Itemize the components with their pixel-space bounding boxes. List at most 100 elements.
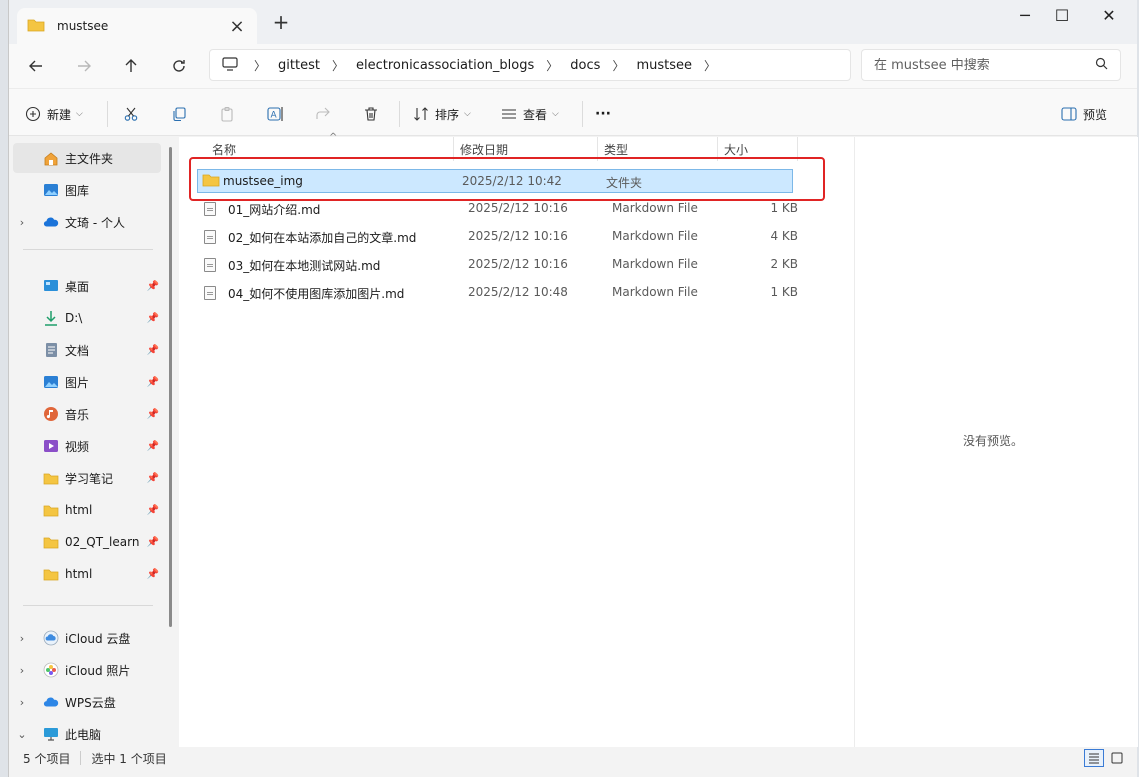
chevron-right-icon[interactable]: › bbox=[13, 216, 31, 229]
file-row-mustsee-img[interactable]: mustsee_img 2025/2/12 10:42 文件夹 bbox=[197, 169, 793, 193]
tab-mustsee[interactable]: mustsee × bbox=[17, 8, 257, 44]
trash-icon bbox=[365, 107, 377, 121]
chevron-right-icon[interactable]: 〉 bbox=[608, 57, 628, 74]
maximize-button[interactable]: ☐ bbox=[1039, 0, 1085, 30]
sidebar-item-onedrive[interactable]: › 文琦 - 个人 bbox=[13, 207, 161, 237]
back-button[interactable] bbox=[19, 50, 53, 82]
file-row-03[interactable]: 03_如何在本地测试网站.md 2025/2/12 10:16 Markdown… bbox=[197, 253, 798, 277]
rename-button[interactable]: A bbox=[267, 101, 285, 127]
pin-icon[interactable]: 📌 bbox=[147, 441, 159, 452]
folder-icon bbox=[43, 470, 59, 486]
search-box[interactable] bbox=[861, 49, 1121, 81]
tiles-view-button[interactable] bbox=[1107, 749, 1127, 767]
sidebar-item-d-drive[interactable]: D:\ 📌 bbox=[13, 303, 161, 333]
breadcrumb-gittest[interactable]: gittest bbox=[270, 58, 328, 73]
pin-icon[interactable]: 📌 bbox=[147, 409, 159, 420]
sidebar-item-documents[interactable]: 文档 📌 bbox=[13, 335, 161, 365]
file-type: Markdown File bbox=[612, 201, 698, 215]
copy-button[interactable] bbox=[171, 101, 187, 127]
new-tab-button[interactable]: + bbox=[269, 10, 293, 34]
sidebar-item-html-2[interactable]: html 📌 bbox=[13, 559, 161, 589]
new-label: 新建 bbox=[47, 107, 72, 122]
chevron-right-icon[interactable]: › bbox=[13, 664, 31, 677]
sidebar-item-wps-cloud[interactable]: › WPS云盘 bbox=[13, 687, 161, 717]
delete-button[interactable] bbox=[363, 101, 379, 127]
sidebar-item-gallery[interactable]: 图库 bbox=[13, 175, 161, 205]
file-row-01[interactable]: 01_网站介绍.md 2025/2/12 10:16 Markdown File… bbox=[197, 197, 798, 221]
breadcrumb-blogs[interactable]: electronicassociation_blogs bbox=[348, 58, 542, 73]
title-bar: mustsee × + ─ ☐ ✕ bbox=[9, 0, 1137, 44]
chevron-right-icon[interactable]: 〉 bbox=[250, 57, 270, 74]
preview-label: 预览 bbox=[1083, 107, 1108, 122]
svg-text:A: A bbox=[271, 111, 278, 121]
up-button[interactable] bbox=[114, 50, 148, 82]
refresh-button[interactable] bbox=[162, 50, 196, 82]
sidebar-item-icloud-drive[interactable]: › iCloud 云盘 bbox=[13, 623, 161, 653]
pin-icon[interactable]: 📌 bbox=[147, 505, 159, 516]
sidebar-item-label: iCloud 云盘 bbox=[65, 631, 131, 646]
preview-pane-button[interactable]: 预览 bbox=[1061, 101, 1107, 127]
status-divider bbox=[80, 751, 82, 765]
column-header-type[interactable]: 类型 bbox=[604, 141, 628, 158]
cut-button[interactable] bbox=[123, 101, 139, 127]
wps-cloud-icon bbox=[43, 694, 59, 710]
chevron-right-icon[interactable]: 〉 bbox=[542, 57, 562, 74]
close-window-button[interactable]: ✕ bbox=[1086, 0, 1132, 30]
sidebar-item-study-notes[interactable]: 学习笔记 📌 bbox=[13, 463, 161, 493]
pin-icon[interactable]: 📌 bbox=[147, 345, 159, 356]
search-icon[interactable] bbox=[1095, 57, 1108, 73]
status-bar: 5 个项目 选中 1 个项目 bbox=[9, 747, 1137, 769]
column-header-date[interactable]: 修改日期 bbox=[460, 141, 508, 158]
chevron-right-icon[interactable]: › bbox=[13, 696, 31, 709]
sidebar-item-home[interactable]: 主文件夹 bbox=[13, 143, 161, 173]
sort-ascending-icon: ^ bbox=[329, 132, 338, 143]
toolbar-divider bbox=[582, 101, 583, 127]
toolbar-divider bbox=[399, 101, 400, 127]
sidebar-item-qt-learn[interactable]: 02_QT_learn 📌 bbox=[13, 527, 161, 557]
sidebar-item-icloud-photos[interactable]: › iCloud 照片 bbox=[13, 655, 161, 685]
details-view-button[interactable] bbox=[1084, 749, 1104, 767]
file-row-02[interactable]: 02_如何在本站添加自己的文章.md 2025/2/12 10:16 Markd… bbox=[197, 225, 798, 249]
column-header-size[interactable]: 大小 bbox=[724, 141, 748, 158]
sidebar-item-music[interactable]: 音乐 📌 bbox=[13, 399, 161, 429]
chevron-right-icon[interactable]: 〉 bbox=[328, 57, 348, 74]
sidebar-item-label: 音乐 bbox=[65, 407, 90, 422]
preview-pane-icon bbox=[1061, 107, 1077, 121]
sidebar-scrollbar[interactable] bbox=[169, 147, 172, 627]
sidebar-item-pictures[interactable]: 图片 📌 bbox=[13, 367, 161, 397]
pin-icon[interactable]: 📌 bbox=[147, 569, 159, 580]
chevron-down-icon[interactable]: ⌄ bbox=[13, 728, 31, 741]
icloud-icon bbox=[43, 630, 59, 646]
pin-icon[interactable]: 📌 bbox=[147, 473, 159, 484]
share-button[interactable] bbox=[315, 101, 331, 127]
paste-button[interactable] bbox=[219, 101, 235, 127]
chevron-right-icon[interactable]: › bbox=[13, 632, 31, 645]
sidebar-item-this-pc[interactable]: ⌄ 此电脑 bbox=[13, 719, 161, 749]
pin-icon[interactable]: 📌 bbox=[147, 537, 159, 548]
music-icon bbox=[43, 406, 59, 422]
more-options-button[interactable]: ··· bbox=[595, 101, 611, 127]
search-input[interactable] bbox=[874, 57, 1095, 73]
address-bar[interactable]: 〉 gittest 〉 electronicassociation_blogs … bbox=[209, 49, 851, 81]
pin-icon[interactable]: 📌 bbox=[147, 313, 159, 324]
sidebar-item-desktop[interactable]: 桌面 📌 bbox=[13, 271, 161, 301]
pin-icon[interactable]: 📌 bbox=[147, 377, 159, 388]
chevron-right-icon[interactable]: 〉 bbox=[700, 57, 720, 74]
new-button[interactable]: 新建 ⌵ bbox=[25, 101, 83, 127]
sidebar-item-html[interactable]: html 📌 bbox=[13, 495, 161, 525]
file-name: 01_网站介绍.md bbox=[228, 203, 321, 217]
sidebar-item-videos[interactable]: 视频 📌 bbox=[13, 431, 161, 461]
tab-close-icon[interactable]: × bbox=[227, 16, 247, 37]
forward-button[interactable] bbox=[67, 50, 101, 82]
breadcrumb-docs[interactable]: docs bbox=[562, 58, 608, 73]
column-header-name[interactable]: 名称 bbox=[212, 141, 236, 158]
view-button[interactable]: 查看 ⌵ bbox=[501, 101, 559, 127]
markdown-file-icon bbox=[204, 230, 224, 244]
chevron-down-icon: ⌵ bbox=[552, 109, 559, 119]
pin-icon[interactable]: 📌 bbox=[147, 281, 159, 292]
file-row-04[interactable]: 04_如何不使用图库添加图片.md 2025/2/12 10:48 Markdo… bbox=[197, 281, 798, 305]
sort-button[interactable]: 排序 ⌵ bbox=[413, 101, 471, 127]
breadcrumb-mustsee[interactable]: mustsee bbox=[628, 58, 700, 73]
tiles-view-icon bbox=[1111, 752, 1123, 764]
file-list: ^ 名称 修改日期 类型 大小 mustsee_img 2025/2/12 10… bbox=[179, 132, 854, 747]
